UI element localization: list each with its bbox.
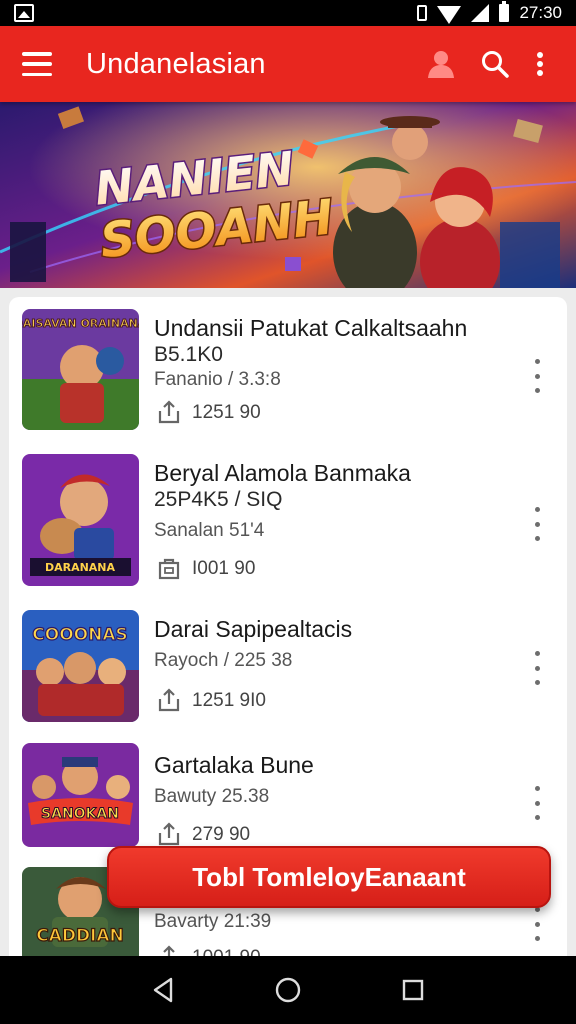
item-count: 1251 90 [192, 402, 261, 423]
item-title: Gartalaka Bune [154, 752, 314, 778]
item-overflow-button[interactable] [525, 507, 549, 541]
thumbnail-text: DARANANA [45, 561, 116, 574]
battery-icon [499, 1, 510, 22]
app-screen: 27:30 Undanelasian NANIEN SOOANH AISAVAN… [0, 0, 576, 1024]
signal-icon [471, 4, 490, 22]
item-title: Undansii Patukat Calkaltsaahn [154, 315, 468, 341]
game-thumbnail[interactable]: SANOKAN [22, 743, 139, 847]
list-item[interactable]: COOONAS Darai Sapipealtacis Rayoch / 225… [9, 608, 567, 748]
game-thumbnail[interactable]: DAISAVAN ORAINANA [22, 309, 139, 430]
item-overflow-button[interactable] [525, 359, 549, 393]
item-overflow-button[interactable] [525, 907, 549, 941]
wifi-icon [437, 6, 462, 24]
list-item[interactable]: DAISAVAN ORAINANA Undansii Patukat Calka… [9, 307, 567, 447]
game-thumbnail[interactable]: COOONAS [22, 610, 139, 722]
app-title: Undanelasian [86, 47, 266, 80]
item-subtitle: B5.1K0 [154, 343, 223, 366]
navigation-bar [0, 956, 576, 1024]
cta-button[interactable]: Tobl TomleloyEanaant [107, 846, 551, 908]
share-icon[interactable] [156, 399, 182, 425]
home-icon[interactable] [258, 960, 318, 1020]
share-icon[interactable] [156, 821, 182, 847]
hamburger-menu-icon[interactable] [22, 52, 52, 76]
item-title: Beryal Alamola Banmaka [154, 460, 411, 486]
share-icon[interactable] [156, 687, 182, 713]
item-count: 279 90 [192, 824, 251, 845]
item-meta: Rayoch / 225 38 [154, 650, 293, 671]
bag-icon[interactable] [156, 555, 182, 581]
gallery-icon [14, 4, 34, 22]
vibrate-icon [417, 5, 428, 21]
status-bar: 27:30 [0, 0, 576, 26]
item-subtitle: 25P4K5 / SIQ [154, 488, 283, 511]
account-icon[interactable] [414, 37, 468, 91]
game-thumbnail[interactable]: DARANANA [22, 454, 139, 586]
item-title: Darai Sapipealtacis [154, 616, 353, 642]
item-count: 1251 9I0 [192, 690, 266, 711]
item-overflow-button[interactable] [525, 786, 549, 820]
list-item[interactable]: DARANANA Beryal Alamola Banmaka 25P4K5 /… [9, 452, 567, 592]
app-bar: Undanelasian [0, 26, 576, 102]
back-icon[interactable] [133, 960, 193, 1020]
recents-icon[interactable] [383, 960, 443, 1020]
item-overflow-button[interactable] [525, 651, 549, 685]
thumbnail-text: CADDIAN [36, 926, 124, 946]
item-meta: Fananio / 3.3:8 [154, 369, 281, 390]
item-meta: Bavarty 21:39 [154, 911, 272, 932]
item-meta: Sanalan 51'4 [154, 520, 265, 541]
promo-banner[interactable]: NANIEN SOOANH [0, 102, 576, 288]
item-count: I001 90 [192, 558, 256, 579]
status-time: 27:30 [519, 3, 562, 22]
thumbnail-text: COOONAS [32, 625, 127, 645]
thumbnail-text: DAISAVAN ORAINANA [22, 317, 139, 330]
more-vert-icon[interactable] [522, 37, 558, 91]
thumbnail-text: SANOKAN [41, 806, 119, 822]
item-meta: Bawuty 25.38 [154, 786, 270, 807]
search-icon[interactable] [468, 37, 522, 91]
